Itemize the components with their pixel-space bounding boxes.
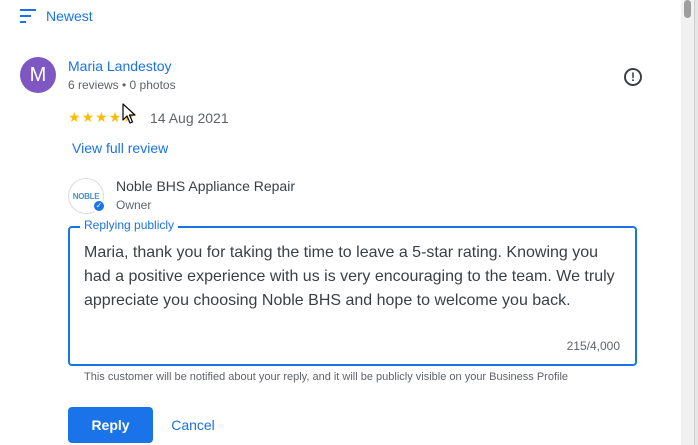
mouse-cursor-icon — [122, 103, 136, 124]
reply-notice: This customer will be notified about you… — [84, 371, 569, 383]
owner-role: Owner — [116, 198, 152, 212]
verified-icon: ✓ — [92, 199, 106, 213]
reviewer-name[interactable]: Maria Landestoy — [68, 58, 172, 74]
avatar[interactable]: M — [20, 57, 56, 93]
star-icon: ★ — [68, 109, 81, 125]
reply-field-label: Replying publicly — [80, 218, 179, 232]
report-icon[interactable]: ! — [624, 68, 642, 86]
review-date: 14 Aug 2021 — [150, 110, 229, 126]
review-reply-page: Newest M Maria Landestoy 6 reviews • 0 p… — [0, 0, 698, 445]
cancel-button[interactable]: Cancel — [158, 407, 228, 443]
scrollbar-thumb[interactable] — [684, 0, 691, 18]
owner-name: Noble BHS Appliance Repair — [116, 178, 295, 194]
view-full-review-link[interactable]: View full review — [72, 140, 168, 156]
character-count: 215/4,000 — [566, 339, 620, 353]
star-icon: ★ — [95, 109, 108, 125]
star-icon: ★ — [81, 109, 95, 125]
scrollbar-track[interactable] — [681, 0, 694, 445]
star-icon: ★ — [108, 109, 122, 125]
window-edge — [694, 0, 698, 445]
sort-label: Newest — [46, 8, 93, 24]
sort-icon — [20, 9, 36, 23]
reply-text[interactable]: Maria, thank you for taking the time to … — [84, 241, 629, 313]
reviewer-meta: 6 reviews • 0 photos — [68, 78, 176, 92]
avatar-letter: M — [29, 63, 47, 86]
sort-button[interactable]: Newest — [20, 6, 93, 26]
reply-button[interactable]: Reply — [68, 407, 153, 443]
